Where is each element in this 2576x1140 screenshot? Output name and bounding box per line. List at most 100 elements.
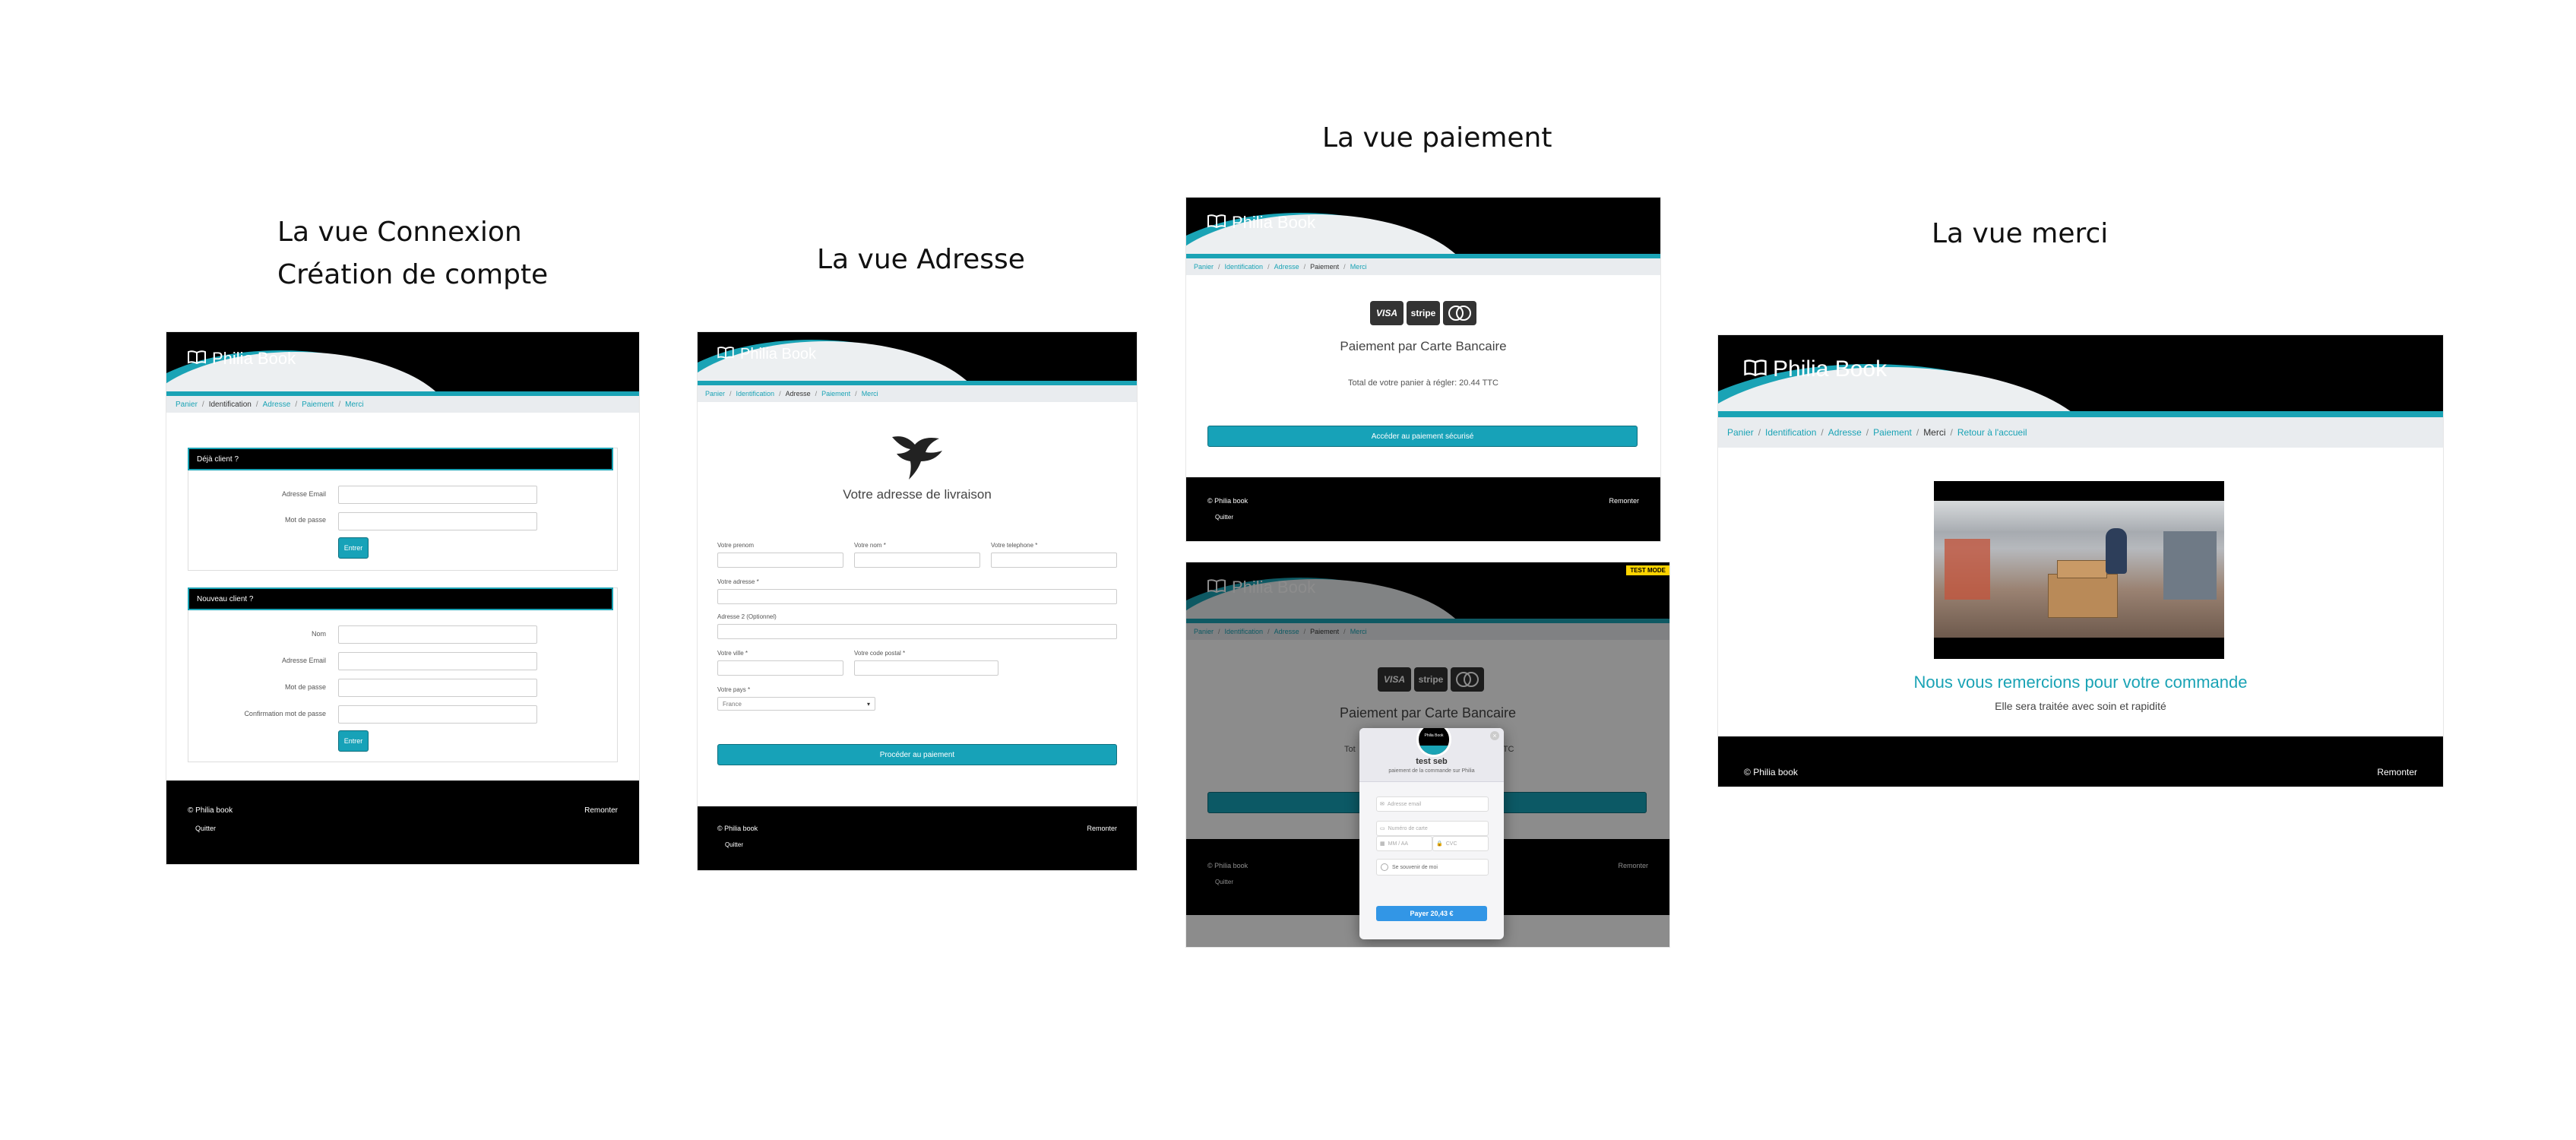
scroll-top-link[interactable]: Remonter: [584, 806, 618, 815]
site-header: Philia Book: [1718, 335, 2443, 417]
crumb-adresse[interactable]: Adresse: [1274, 263, 1299, 271]
lastname-field[interactable]: [854, 553, 980, 568]
remember-me-row[interactable]: Se souvenir de moi: [1376, 859, 1489, 876]
crumb-sep: /: [255, 400, 258, 409]
crumb-merci[interactable]: Merci: [1350, 263, 1367, 271]
crumb-paiement[interactable]: Paiement: [302, 401, 334, 409]
crumb-panier[interactable]: Panier: [705, 390, 725, 397]
crumb-adresse[interactable]: Adresse: [263, 401, 291, 409]
breadcrumb: Panier / Identification / Adresse / Paiemen…: [1718, 417, 2443, 448]
crumb-identification[interactable]: Identification: [1225, 263, 1264, 271]
credit-card-icon: ▭: [1380, 826, 1385, 831]
stripe-icon: stripe: [1407, 301, 1440, 325]
quit-link[interactable]: Quitter: [1215, 514, 1233, 521]
package-box-top: [2057, 560, 2107, 578]
footer-brand: © Philia book: [188, 806, 233, 815]
quit-link[interactable]: Quitter: [195, 825, 216, 832]
login-email-field[interactable]: [338, 486, 537, 504]
scroll-top-link[interactable]: Remonter: [2377, 767, 2417, 777]
warehouse-ceiling: [1934, 501, 2224, 531]
close-icon[interactable]: ×: [1490, 731, 1499, 740]
country-value: France: [723, 700, 742, 708]
crumb-identification: Identification: [208, 400, 252, 409]
stripe-pay-button[interactable]: Payer 20,43 €: [1376, 906, 1487, 921]
video-frame: [1934, 501, 2224, 638]
crumb-sep: /: [1303, 263, 1306, 271]
crumb-merci[interactable]: Merci: [862, 390, 878, 397]
signup-email-label: Adresse Email: [281, 657, 326, 664]
caption-connexion-line1: La vue Connexion: [277, 217, 522, 248]
scroll-top-link[interactable]: Remonter: [1609, 497, 1639, 505]
firstname-field[interactable]: [717, 553, 843, 568]
remember-checkbox[interactable]: [1381, 863, 1388, 871]
stripe-email-field[interactable]: ✉ Adresse email: [1376, 796, 1489, 812]
caption-connexion: La vue Connexion Création de compte: [277, 211, 548, 296]
site-footer: © Philia book Quitter Remonter: [166, 781, 639, 864]
brand-logo[interactable]: Philia Book: [1744, 356, 1887, 382]
crumb-paiement: Paiement: [1310, 263, 1340, 271]
zip-field[interactable]: [854, 660, 998, 676]
stripe-card-field[interactable]: ▭ Numéro de carte: [1376, 821, 1489, 836]
stripe-cvc-field[interactable]: 🔒 CVC: [1432, 836, 1489, 851]
address-label: Votre adresse *: [717, 578, 759, 585]
phone-field[interactable]: [991, 553, 1117, 568]
signup-password-field[interactable]: [338, 679, 537, 697]
password-label: Mot de passe: [284, 516, 326, 524]
site-footer: © Philia book Quitter Remonter: [1186, 477, 1660, 541]
checkout-description: paiement de la commande sur Philia: [1388, 768, 1475, 774]
city-label: Votre ville *: [717, 650, 748, 657]
crumb-identification[interactable]: Identification: [736, 390, 775, 397]
new-client-header: Nouveau client ?: [188, 587, 613, 610]
thank-you-subtitle: Elle sera traitée avec soin et rapidité: [1995, 700, 2166, 712]
thank-you-video[interactable]: [1934, 481, 2224, 659]
expiry-placeholder: MM / AA: [1388, 841, 1409, 847]
crumb-paiement[interactable]: Paiement: [821, 390, 850, 397]
visa-icon: VISA: [1370, 301, 1404, 325]
brand-logo[interactable]: Philia Book: [188, 349, 296, 369]
caption-adresse: La vue Adresse: [817, 244, 1025, 275]
new-client-title: Nouveau client ?: [197, 594, 254, 603]
brand-logo[interactable]: Philia Book: [717, 346, 816, 363]
brand-logo[interactable]: Philia Book: [1207, 213, 1315, 233]
login-password-field[interactable]: [338, 512, 537, 530]
signup-confirm-field[interactable]: [338, 705, 537, 724]
site-header: Philia Book: [698, 332, 1137, 385]
email-placeholder: Adresse email: [1387, 801, 1422, 807]
address2-field[interactable]: [717, 624, 1117, 639]
crumb-merci[interactable]: Merci: [345, 401, 363, 409]
mastercard-icon: [1443, 301, 1476, 325]
test-mode-badge: TEST MODE: [1626, 565, 1669, 575]
new-client-box: [188, 587, 618, 762]
firstname-label: Votre prenom: [717, 542, 755, 549]
lock-icon: 🔒: [1436, 841, 1443, 847]
stripe-expiry-field[interactable]: ▦ MM / AA: [1376, 836, 1432, 851]
quit-link[interactable]: Quitter: [725, 841, 743, 848]
city-field[interactable]: [717, 660, 843, 676]
crumb-panier[interactable]: Panier: [176, 401, 198, 409]
secure-payment-button[interactable]: Accéder au paiement sécurisé: [1207, 426, 1638, 447]
merchant-name: test seb: [1416, 757, 1448, 766]
signup-email-field[interactable]: [338, 652, 537, 670]
crumb-adresse: Adresse: [785, 390, 811, 397]
worker: [2106, 528, 2127, 574]
name-label: Nom: [311, 630, 326, 638]
crumb-sep: /: [1916, 427, 1919, 438]
address-field[interactable]: [717, 589, 1117, 604]
lastname-label: Votre nom *: [854, 542, 886, 549]
crumb-paiement[interactable]: Paiement: [1873, 427, 1912, 438]
scroll-top-link[interactable]: Remonter: [1087, 825, 1117, 832]
signup-submit-button[interactable]: Entrer: [338, 730, 369, 752]
crumb-adresse[interactable]: Adresse: [1828, 427, 1862, 438]
country-select[interactable]: France ▾: [717, 697, 875, 711]
signup-name-field[interactable]: [338, 625, 537, 644]
crumb-home[interactable]: Retour à l'accueil: [1957, 427, 2027, 438]
brand-name: Philia Book: [212, 349, 296, 368]
login-submit-button[interactable]: Entrer: [338, 537, 369, 559]
proceed-payment-button[interactable]: Procéder au paiement: [717, 744, 1117, 765]
crumb-panier[interactable]: Panier: [1727, 427, 1754, 438]
merchant-logo-text: Philia Book: [1424, 733, 1444, 738]
crumb-identification[interactable]: Identification: [1765, 427, 1816, 438]
crumb-panier[interactable]: Panier: [1194, 263, 1214, 271]
footer-brand: © Philia book: [717, 825, 758, 832]
chevron-down-icon: ▾: [866, 700, 870, 708]
